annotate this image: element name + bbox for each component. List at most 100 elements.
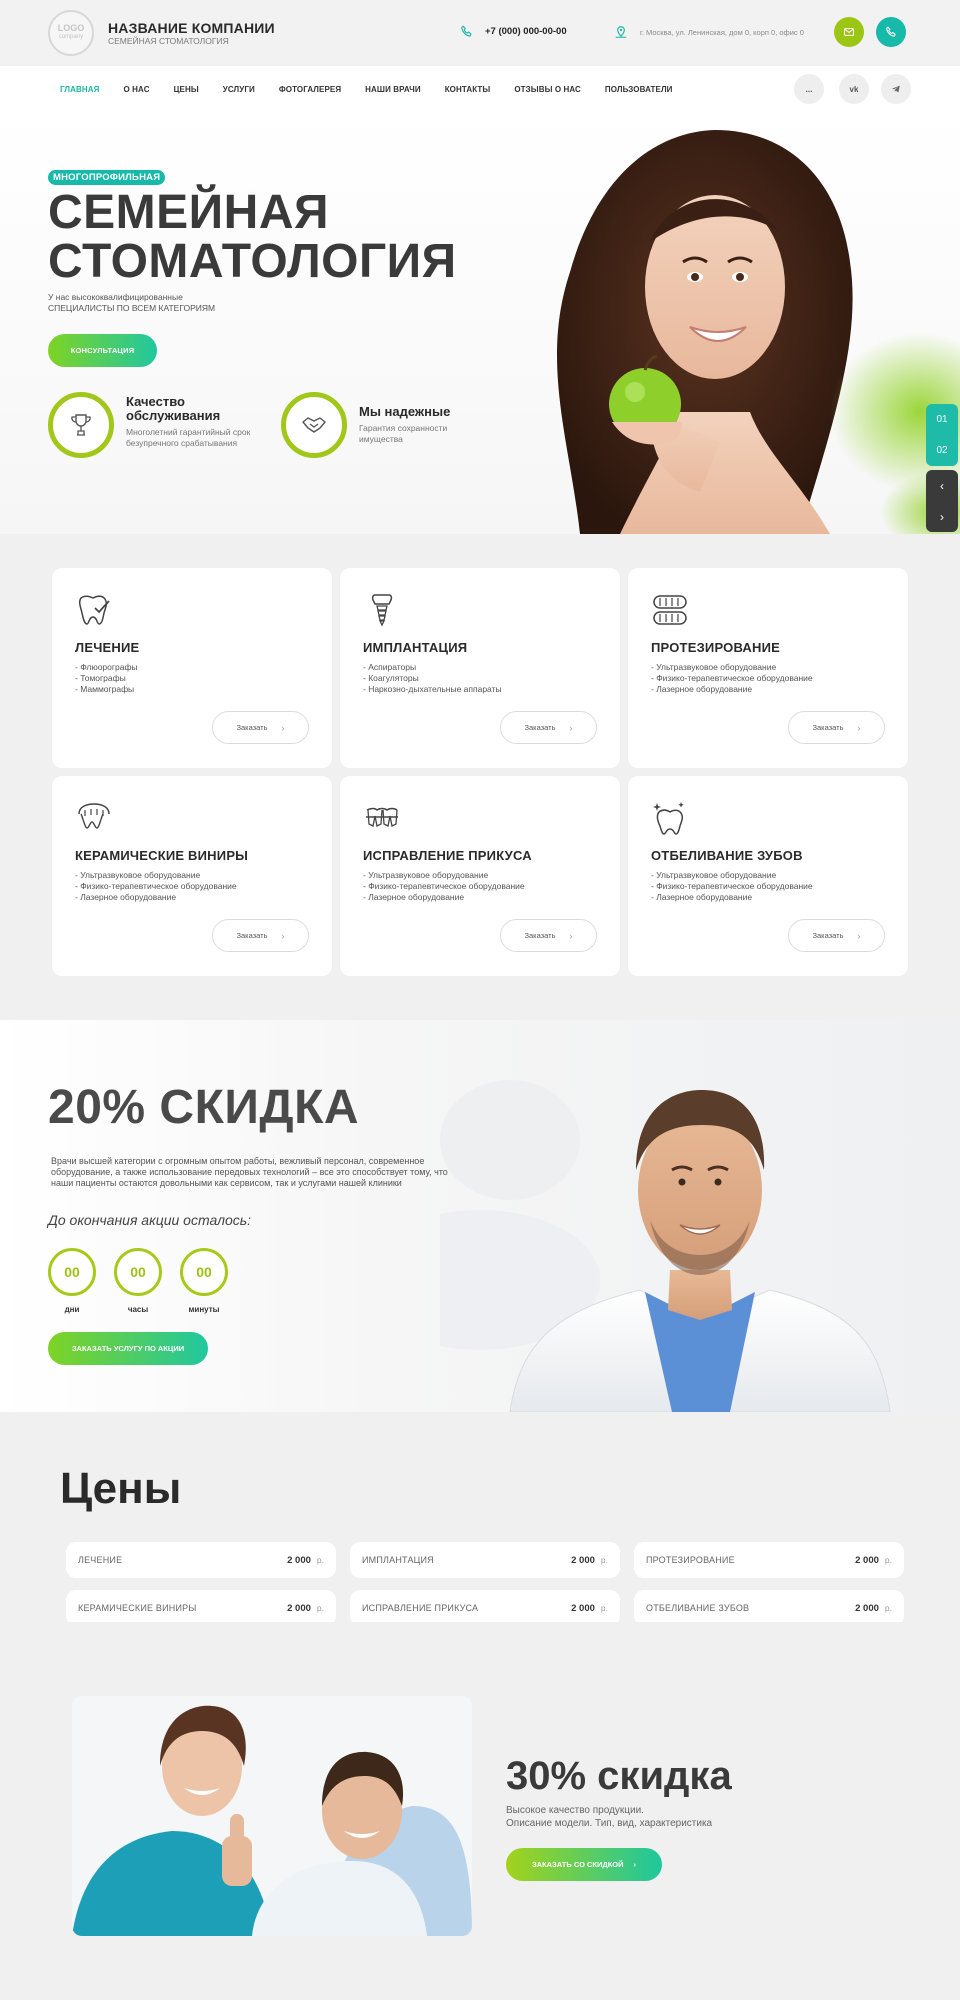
company-name: НАЗВАНИЕ КОМПАНИИ xyxy=(108,20,275,36)
service-card[interactable]: ИМПЛАНТАЦИЯ - Аспираторы - Коагуляторы -… xyxy=(340,568,620,768)
nav-item-gallery[interactable]: ФОТОГАЛЕРЕЯ xyxy=(279,85,341,94)
price-unit: р. xyxy=(316,1603,324,1613)
nav-item-home[interactable]: ГЛАВНАЯ xyxy=(60,85,100,94)
service-features: - Флюорографы - Томографы - Маммографы xyxy=(75,662,138,695)
hero-text-line2: СПЕЦИАЛИСТЫ ПО ВСЕМ КАТЕГОРИЯМ xyxy=(48,303,216,313)
logo-subtext: company xyxy=(58,34,84,40)
mail-icon xyxy=(843,28,855,36)
price-unit: р. xyxy=(884,1555,892,1565)
nav-item-reviews[interactable]: ОТЗЫВЫ О НАС xyxy=(514,85,581,94)
countdown-value: 00 xyxy=(180,1248,228,1296)
slider-arrows: ‹ › xyxy=(926,470,958,532)
nav-item-doctors[interactable]: НАШИ ВРАЧИ xyxy=(365,85,421,94)
service-card[interactable]: ЛЕЧЕНИЕ - Флюорографы - Томографы - Мамм… xyxy=(52,568,332,768)
chevron-right-icon[interactable]: › xyxy=(940,510,944,524)
hero-text-line1: У нас высококвалифицированные xyxy=(48,292,183,302)
order-button[interactable]: Заказать › xyxy=(212,919,309,952)
service-card[interactable]: ОТБЕЛИВАНИЕ ЗУБОВ - Ультразвуковое обору… xyxy=(628,776,908,976)
service-feature: - Ультразвуковое оборудование xyxy=(75,870,201,880)
promo-text-line1: Высокое качество продукции. xyxy=(506,1805,644,1816)
service-feature: - Наркозно-дыхательные аппараты xyxy=(363,684,502,694)
chevron-right-icon: › xyxy=(281,930,285,941)
phone-icon xyxy=(886,26,896,37)
telegram-icon xyxy=(891,85,900,93)
service-feature: - Аспираторы xyxy=(363,662,417,672)
braces-icon xyxy=(366,807,398,827)
header-phone[interactable]: +7 (000) 000-00-00 xyxy=(460,25,567,38)
company-tagline: СЕМЕЙНАЯ СТОМАТОЛОГИЯ xyxy=(108,36,229,46)
consultation-button[interactable]: КОНСУЛЬТАЦИЯ xyxy=(48,334,157,367)
price-name: ПРОТЕЗИРОВАНИЕ xyxy=(646,1555,735,1565)
slide-dot-2[interactable]: 02 xyxy=(936,445,947,456)
price-item[interactable]: ПРОТЕЗИРОВАНИЕ 2 000 р. xyxy=(634,1542,904,1578)
sale-title: 20% СКИДКА xyxy=(48,1081,360,1134)
service-feature: - Маммографы xyxy=(75,684,135,694)
service-card[interactable]: ИСПРАВЛЕНИЕ ПРИКУСА - Ультразвуковое обо… xyxy=(340,776,620,976)
nav-item-services[interactable]: УСЛУГИ xyxy=(223,85,255,94)
feature-title: Мы надежные xyxy=(359,405,450,419)
service-card[interactable]: ПРОТЕЗИРОВАНИЕ - Ультразвуковое оборудов… xyxy=(628,568,908,768)
price-value: 2 000 xyxy=(287,1602,311,1614)
service-feature: - Томографы xyxy=(75,673,126,683)
service-title: КЕРАМИЧЕСКИЕ ВИНИРЫ xyxy=(75,848,249,863)
denture-icon xyxy=(653,595,687,625)
top-header: LOGO company НАЗВАНИЕ КОМПАНИИ СЕМЕЙНАЯ … xyxy=(0,0,960,66)
order-label: Заказать xyxy=(524,931,556,940)
price-item[interactable]: ИСПРАВЛЕНИЕ ПРИКУСА 2 000 р. xyxy=(350,1590,620,1626)
hero-title-line1: СЕМЕЙНАЯ xyxy=(48,186,330,239)
service-title: ИСПРАВЛЕНИЕ ПРИКУСА xyxy=(363,848,532,863)
order-discount-label: ЗАКАЗАТЬ СО СКИДКОЙ xyxy=(531,1860,624,1869)
order-button[interactable]: Заказать › xyxy=(788,711,885,744)
slide-dot-1[interactable]: 01 xyxy=(936,414,947,425)
nav-item-about[interactable]: О НАС xyxy=(124,85,150,94)
promo-title: 30% скидка xyxy=(506,1754,732,1798)
order-button[interactable]: Заказать › xyxy=(500,919,597,952)
vk-button[interactable]: vk xyxy=(839,74,869,104)
price-value: 2 000 xyxy=(855,1602,879,1614)
price-item[interactable]: ИМПЛАНТАЦИЯ 2 000 р. xyxy=(350,1542,620,1578)
price-item[interactable]: КЕРАМИЧЕСКИЕ ВИНИРЫ 2 000 р. xyxy=(66,1590,336,1626)
slide-pager: 01 02 xyxy=(926,404,958,466)
order-button[interactable]: Заказать › xyxy=(212,711,309,744)
company-logo[interactable]: LOGO company xyxy=(48,10,94,56)
order-sale-button[interactable]: ЗАКАЗАТЬ УСЛУГУ ПО АКЦИИ xyxy=(48,1332,208,1365)
service-feature: - Коагуляторы xyxy=(363,673,419,683)
service-feature: - Физико-терапевтическое оборудование xyxy=(651,881,813,891)
telegram-button[interactable] xyxy=(881,74,911,104)
veneer-icon xyxy=(78,803,110,829)
chevron-left-icon[interactable]: ‹ xyxy=(940,479,944,493)
search-more-button[interactable]: ... xyxy=(794,74,824,104)
sale-section: 20% СКИДКА Врачи высшей категории с огро… xyxy=(0,1020,960,1412)
prices-title: Цены xyxy=(60,1464,182,1513)
countdown-unit: минуты xyxy=(188,1305,220,1314)
phone-number[interactable]: +7 (000) 000-00-00 xyxy=(485,26,567,37)
hero-description: У нас высококвалифицированные СПЕЦИАЛИСТ… xyxy=(48,292,268,314)
nav-item-contacts[interactable]: КОНТАКТЫ xyxy=(445,85,491,94)
feature-text: Гарантия сохранности имущества xyxy=(359,423,448,444)
order-button[interactable]: Заказать › xyxy=(500,711,597,744)
hero-woman-photo xyxy=(557,130,960,534)
order-button[interactable]: Заказать › xyxy=(788,919,885,952)
call-button[interactable] xyxy=(876,17,906,47)
service-feature: - Лазерное оборудование xyxy=(75,892,177,902)
price-value: 2 000 xyxy=(571,1602,595,1614)
price-item[interactable]: ОТБЕЛИВАНИЕ ЗУБОВ 2 000 р. xyxy=(634,1590,904,1626)
chevron-right-icon: › xyxy=(633,1860,637,1869)
order-discount-button[interactable]: ЗАКАЗАТЬ СО СКИДКОЙ › xyxy=(506,1848,662,1881)
service-card[interactable]: КЕРАМИЧЕСКИЕ ВИНИРЫ - Ультразвуковое обо… xyxy=(52,776,332,976)
header-address: г. Москва, ул. Ленинская, дом 0, корп 0,… xyxy=(614,25,804,39)
price-name: ИСПРАВЛЕНИЕ ПРИКУСА xyxy=(362,1603,479,1613)
nav-item-prices[interactable]: ЦЕНЫ xyxy=(174,85,199,94)
email-button[interactable] xyxy=(834,17,864,47)
logo-text: LOGO xyxy=(57,23,85,33)
phone-icon xyxy=(461,25,472,37)
feature-reliable: Мы надежные Гарантия сохранности имущест… xyxy=(281,392,450,458)
feature-text: Многолетний гарантийный срок безупречног… xyxy=(126,427,251,448)
main-nav: ГЛАВНАЯ О НАС ЦЕНЫ УСЛУГИ ФОТОГАЛЕРЕЯ НА… xyxy=(0,66,960,112)
price-item[interactable]: ЛЕЧЕНИЕ 2 000 р. xyxy=(66,1542,336,1578)
trophy-icon xyxy=(71,414,91,436)
nav-item-users[interactable]: ПОЛЬЗОВАТЕЛИ xyxy=(605,85,673,94)
sale-countdown-label: До окончания акции осталось: xyxy=(48,1212,252,1228)
services-section: ЛЕЧЕНИЕ - Флюорографы - Томографы - Мамм… xyxy=(0,534,960,1020)
countdown-hours: 00 часы xyxy=(114,1248,162,1314)
